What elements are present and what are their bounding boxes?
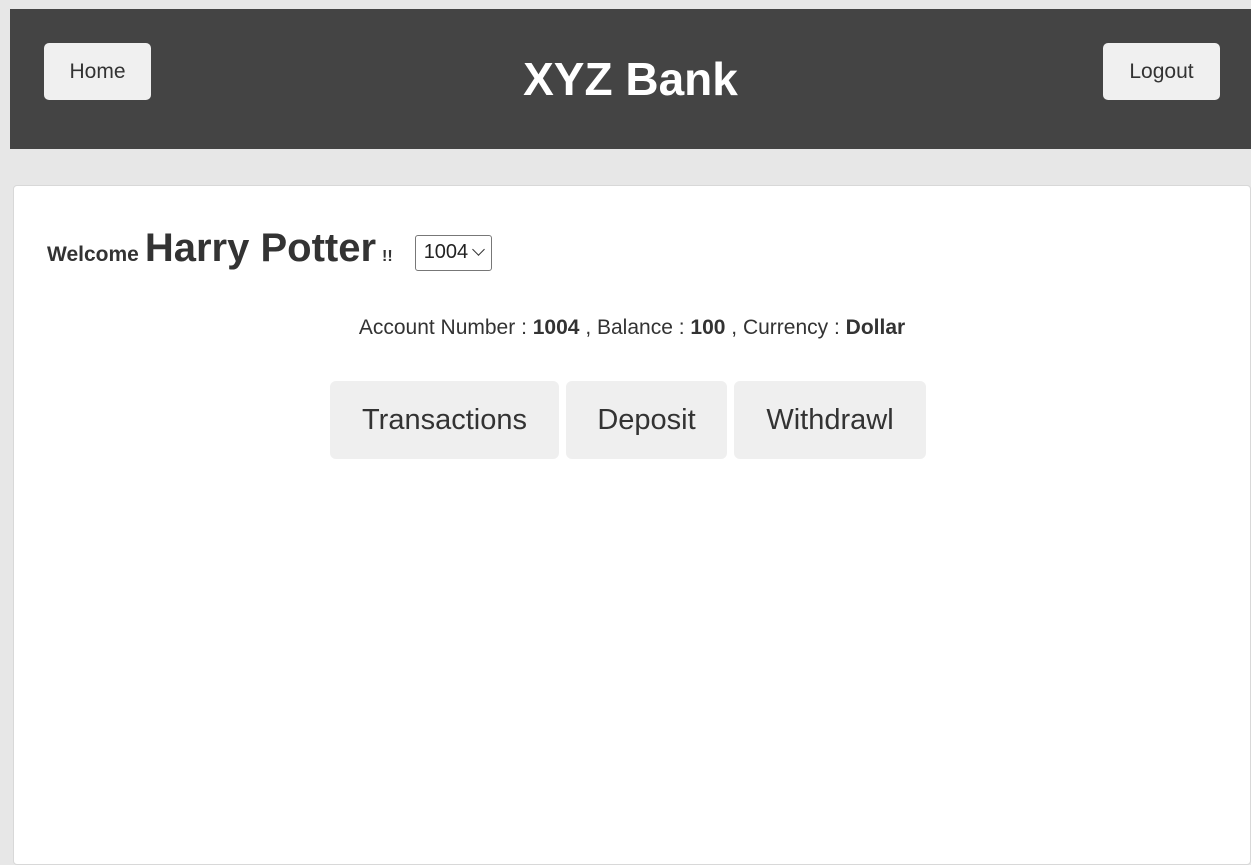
welcome-prefix: Welcome (47, 243, 139, 266)
account-select[interactable]: 1004 (414, 234, 493, 271)
account-actions: Transactions Deposit Withdrawl (14, 381, 1250, 459)
balance-label: , Balance : (585, 316, 685, 339)
logout-button[interactable]: Logout (1103, 43, 1220, 100)
account-select-value: 1004 (423, 241, 469, 263)
balance-value: 100 (690, 316, 726, 339)
home-button[interactable]: Home (44, 43, 151, 100)
account-info: Account Number : 1004 , Balance : 100 , … (14, 316, 1250, 340)
header-bar: XYZ Bank Home Logout (10, 9, 1251, 149)
welcome-heading: Welcome Harry Potter !! 1004 (47, 226, 493, 286)
transactions-button[interactable]: Transactions (330, 381, 559, 459)
deposit-button[interactable]: Deposit (566, 381, 727, 459)
currency-value: Dollar (845, 316, 906, 339)
chevron-down-icon (472, 243, 486, 256)
account-number-label: Account Number : (358, 316, 527, 339)
brand-title: XYZ Bank (523, 53, 738, 105)
welcome-suffix: !! (382, 248, 393, 265)
currency-label: , Currency : (731, 316, 840, 339)
account-number-value: 1004 (532, 316, 580, 339)
withdrawl-button[interactable]: Withdrawl (734, 381, 926, 459)
customer-name: Harry Potter (144, 226, 377, 270)
account-panel: Welcome Harry Potter !! 1004 Account Num… (13, 185, 1251, 865)
app-frame: XYZ Bank Home Logout Welcome Harry Potte… (10, 9, 1251, 865)
